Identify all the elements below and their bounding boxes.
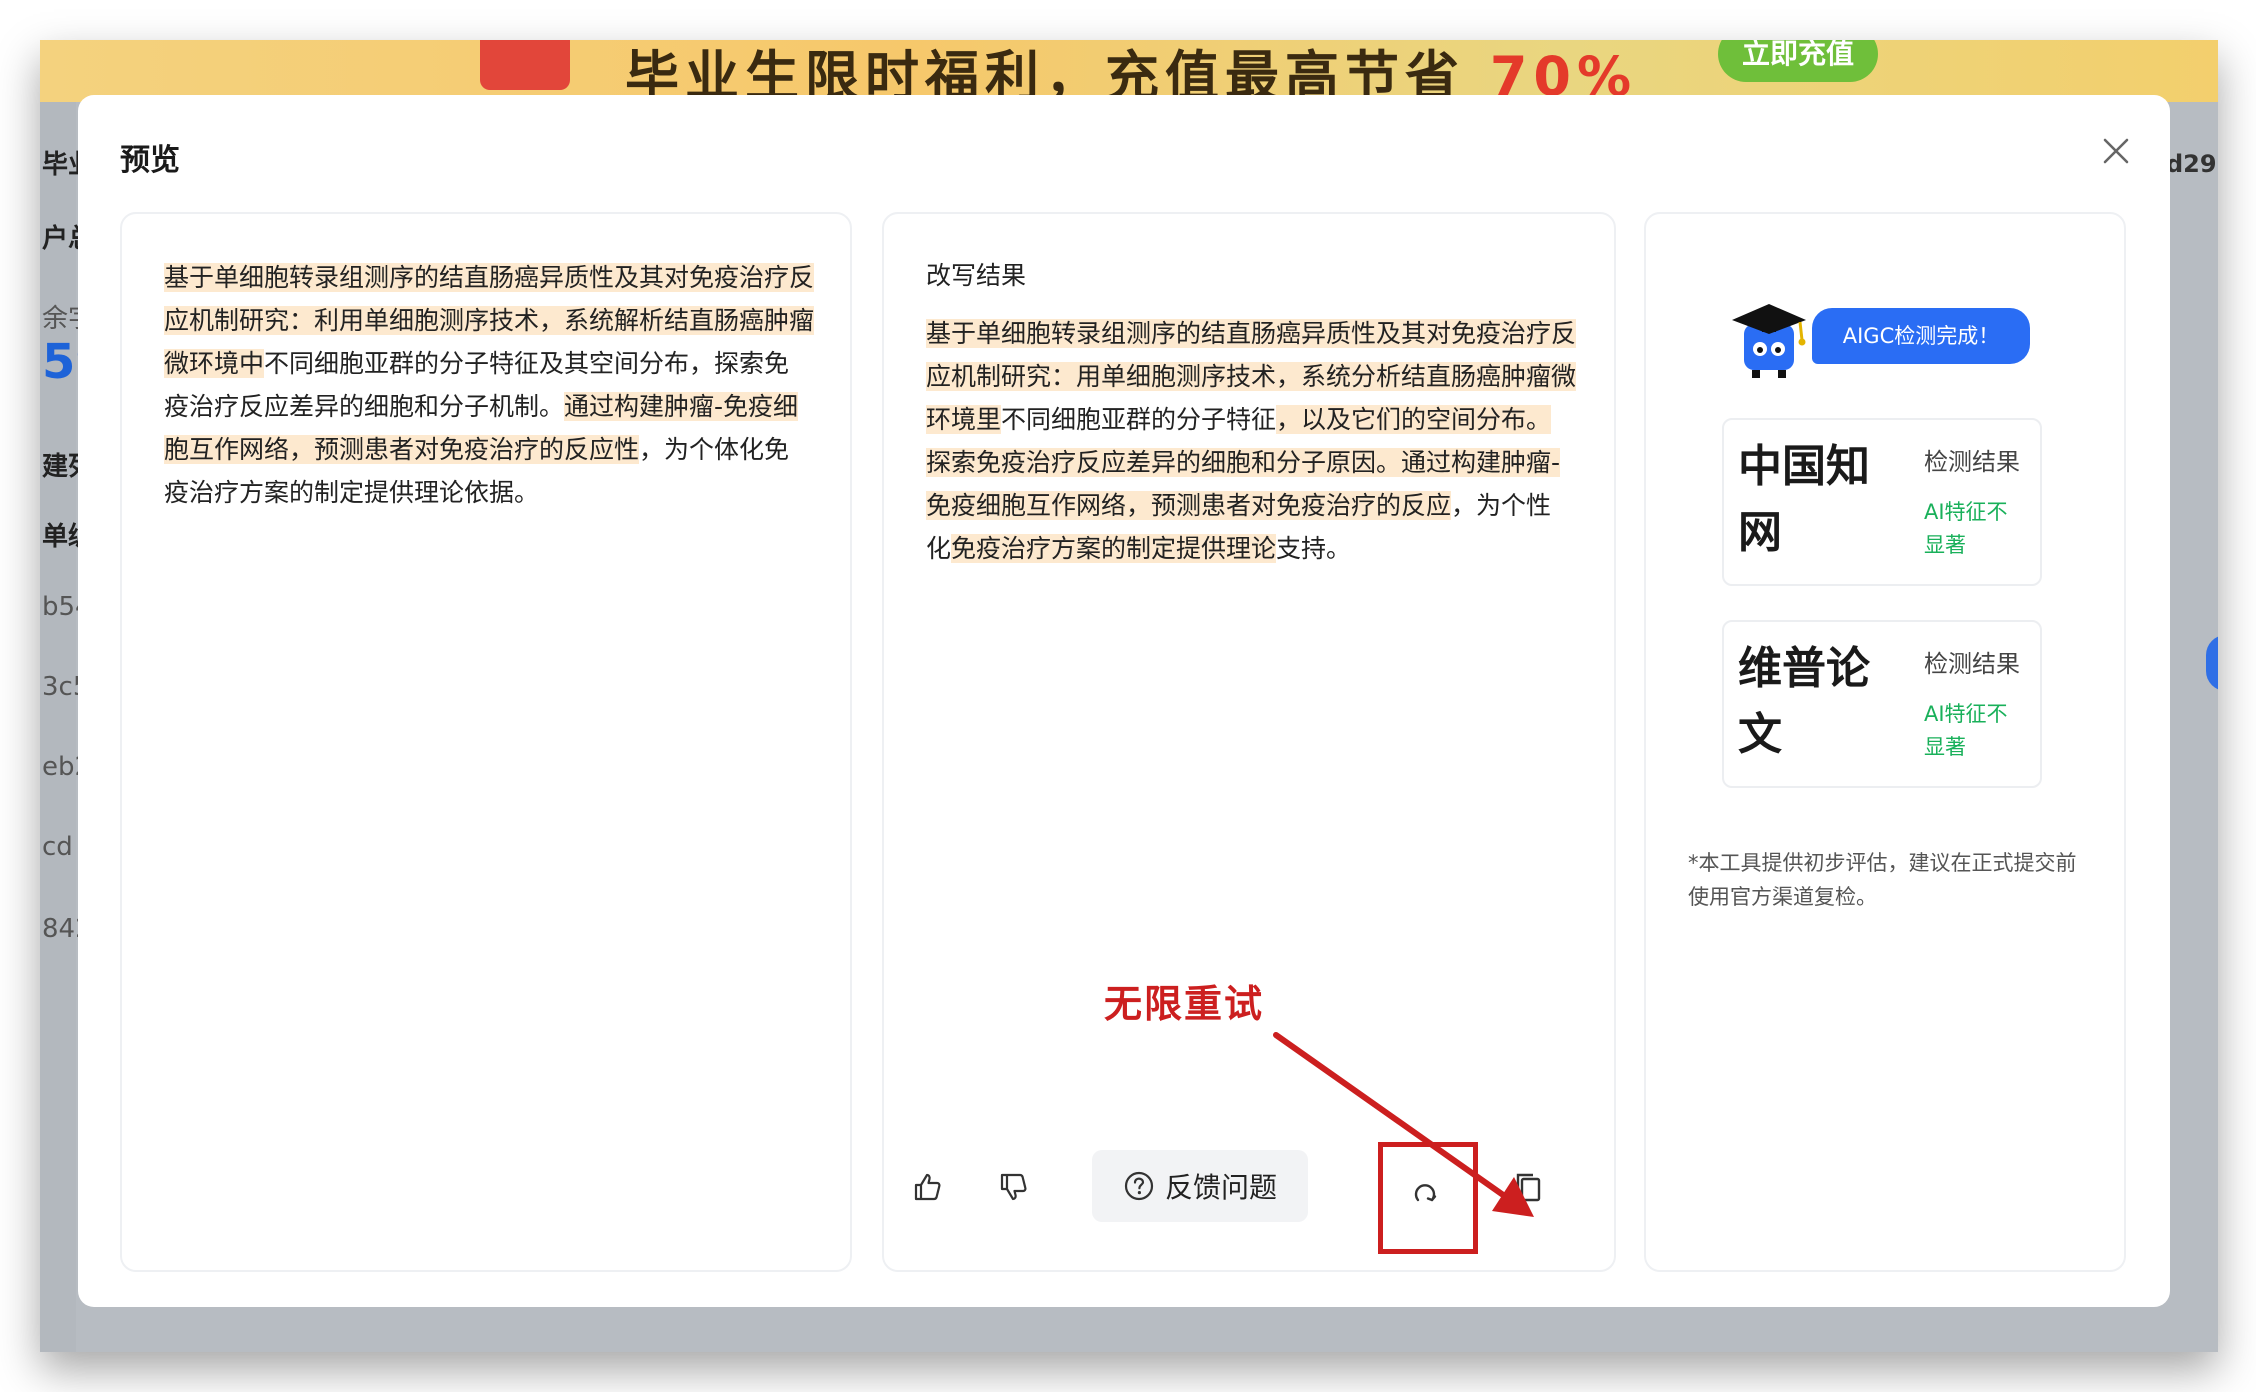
background-sidebar: 毕业 户总 余字 59 建列 单编 b54 3c5 eb2 cd 842	[40, 102, 109, 1352]
result-card-name: 中国知网	[1738, 441, 1870, 558]
preview-modal: 预览 基于单细胞转录组测序的结直肠癌异质性及其对免疫治疗反应机制研究：利用单细胞…	[78, 95, 2170, 1307]
disclaimer-text: *本工具提供初步评估，建议在正式提交前使用官方渠道复检。	[1688, 851, 2077, 909]
close-button[interactable]	[2096, 131, 2136, 171]
thumbs-down-button[interactable]	[996, 1170, 1030, 1204]
thumbs-up-icon	[914, 1173, 941, 1201]
promo-recharge-button[interactable]: 立即充值	[1718, 40, 1878, 82]
background-fragment: d29	[2166, 150, 2217, 178]
gift-icon	[480, 40, 570, 90]
original-paragraph: 基于单细胞转录组测序的结直肠癌异质性及其对免疫治疗反应机制研究：利用单细胞测序技…	[164, 256, 815, 514]
text-segment: 不同细胞亚群的分子特征	[1001, 405, 1277, 434]
mascot-icon	[1732, 304, 1806, 378]
text-segment: 支持。	[1276, 534, 1352, 563]
modal-title: 预览	[120, 143, 180, 178]
result-card-vip: 维普论文 检测结果 AI特征不显著	[1722, 620, 2042, 788]
result-card-name: 维普论文	[1738, 643, 1870, 760]
screenshot-frame: 毕业生限时福利，充值最高节省 70% 立即充值 毕业 户总 余字 59 建列 单…	[40, 40, 2218, 1352]
result-card-cnki: 中国知网 检测结果 AI特征不显著	[1722, 418, 2042, 586]
annotation-arrow-icon	[1273, 1032, 1534, 1217]
background-fragment: cd	[42, 832, 73, 862]
result-card-status: AI特征不显著	[1924, 500, 2008, 557]
feedback-button-label: 反馈问题	[1164, 1171, 1277, 1204]
annotation-label: 无限重试	[1104, 982, 1265, 1026]
aigc-status-bubble: AIGC检测完成！	[1812, 308, 2030, 364]
result-card-label: 检测结果	[1924, 448, 2020, 476]
help-circle-icon	[1124, 1171, 1154, 1201]
highlighted-text-segment: 免疫治疗方案的制定提供理论	[951, 534, 1277, 563]
result-card-label: 检测结果	[1924, 650, 2020, 678]
result-card-status: AI特征不显著	[1924, 702, 2008, 759]
original-text-panel: 基于单细胞转录组测序的结直肠癌异质性及其对免疫治疗反应机制研究：利用单细胞测序技…	[120, 212, 852, 1272]
promo-banner: 毕业生限时福利，充值最高节省 70% 立即充值	[40, 40, 2218, 108]
thumbs-down-icon	[1000, 1173, 1027, 1201]
background-float-button	[2206, 635, 2218, 691]
thumbs-up-button[interactable]	[910, 1170, 944, 1204]
close-icon	[2103, 138, 2129, 164]
detection-panel: AIGC检测完成！ 中国知网 检测结果 AI特征不显著 维普论文 检测结果 AI…	[1644, 212, 2126, 1272]
text-segment: 依据。	[464, 478, 540, 507]
rewrite-paragraph: 基于单细胞转录组测序的结直肠癌异质性及其对免疫治疗反应机制研究：用单细胞测序技术…	[926, 312, 1577, 570]
rewrite-result-label: 改写结果	[926, 261, 1027, 290]
